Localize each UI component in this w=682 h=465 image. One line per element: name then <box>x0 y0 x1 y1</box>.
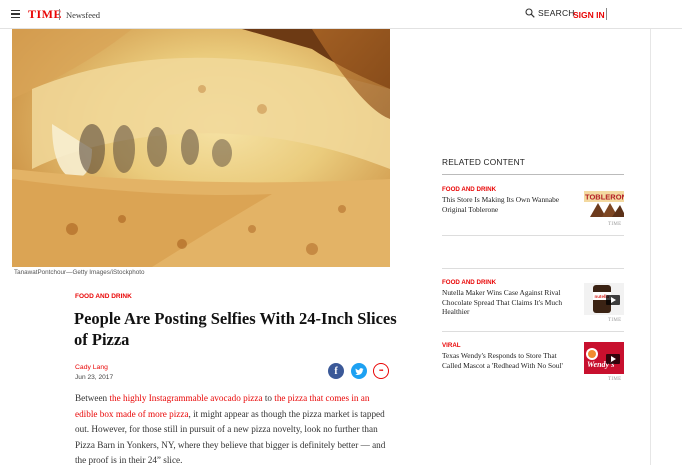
wendys-video-thumbnail[interactable]: Wendy's <box>584 342 624 374</box>
related-item-source: TIME <box>608 222 622 227</box>
thumb-text: TOBLERON <box>585 193 624 202</box>
body-text-2: to <box>262 393 275 403</box>
section-name[interactable]: Newsfeed <box>66 10 100 20</box>
menu-icon[interactable] <box>11 10 20 19</box>
search-icon <box>525 8 535 18</box>
related-item-title[interactable]: Texas Wendy's Responds to Store That Cal… <box>442 351 577 370</box>
more-icon: ••• <box>379 368 383 374</box>
more-share-button[interactable]: ••• <box>373 363 389 379</box>
article-headline: People Are Posting Selfies With 24-Inch … <box>74 309 397 349</box>
related-divider <box>442 235 624 236</box>
hero-pizza-image <box>12 29 390 267</box>
avocado-pizza-link[interactable]: the highly Instagrammable avocado pizza <box>109 393 262 403</box>
related-item-title[interactable]: Nutella Maker Wins Case Against Rival Ch… <box>442 288 577 317</box>
author-link[interactable]: Cady Lang <box>75 364 108 371</box>
twitter-share-button[interactable] <box>351 363 367 379</box>
time-logo[interactable]: TIME <box>28 7 62 22</box>
nutella-video-thumbnail[interactable]: nutella <box>584 283 624 315</box>
facebook-icon: f <box>334 365 338 377</box>
body-text-1: Between <box>75 393 110 403</box>
logo-divider <box>59 9 60 20</box>
search-label: SEARCH <box>538 8 575 18</box>
page-gutter-line <box>650 29 651 465</box>
top-navigation-bar: TIME Newsfeed SEARCH SIGN IN <box>0 0 682 29</box>
photo-credit: TanawatPontchour—Getty Images/iStockphot… <box>14 269 145 276</box>
header-divider <box>606 8 607 20</box>
publish-date: Jun 23, 2017 <box>75 374 114 381</box>
sign-in-link[interactable]: SIGN IN <box>573 10 605 20</box>
related-divider <box>442 331 624 332</box>
related-content-title: RELATED CONTENT <box>442 157 526 167</box>
facebook-share-button[interactable]: f <box>328 363 344 379</box>
related-divider <box>442 268 624 269</box>
related-divider <box>442 174 624 175</box>
related-item-source: TIME <box>608 377 622 382</box>
toblerone-thumbnail[interactable]: TOBLERON <box>584 189 624 221</box>
related-item-source: TIME <box>608 318 622 323</box>
search-button[interactable]: SEARCH <box>525 8 575 18</box>
article-body: Between the highly Instagrammable avocad… <box>75 391 393 465</box>
twitter-icon <box>354 367 364 375</box>
related-item-title[interactable]: This Store Is Making Its Own Wannabe Ori… <box>442 195 577 214</box>
article-kicker[interactable]: FOOD AND DRINK <box>75 293 132 300</box>
